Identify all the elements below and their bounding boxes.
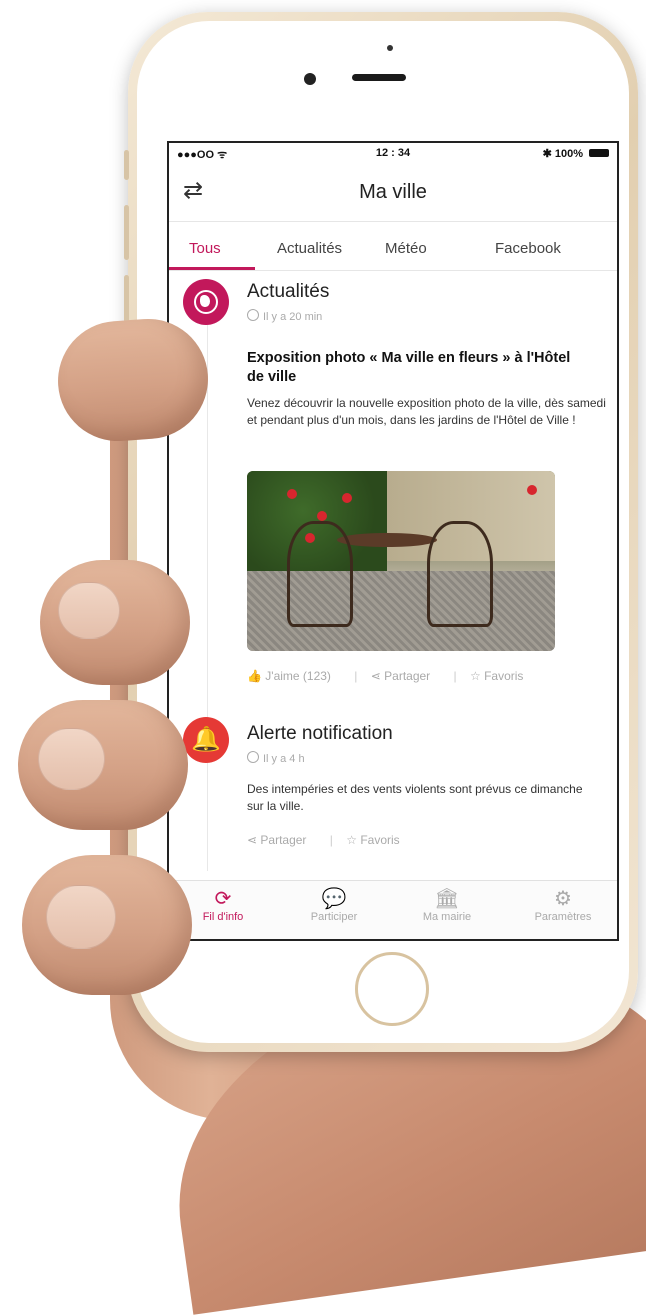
clock-icon <box>247 309 259 321</box>
front-camera <box>304 73 316 85</box>
news-actions: 👍 J'aime (123) | ⋖ Partager | ☆ Favoris <box>247 669 543 683</box>
news-photo[interactable] <box>247 471 555 651</box>
photo-flower <box>527 485 537 495</box>
photo-table <box>337 533 437 547</box>
divider: | <box>354 669 358 683</box>
news-headline[interactable]: Exposition photo « Ma ville en fleurs » … <box>247 349 587 387</box>
earpiece-speaker <box>352 74 406 81</box>
town-hall-icon: 🏛 <box>434 888 460 910</box>
like-label: J'aime (123) <box>265 669 331 683</box>
favorite-button[interactable]: ☆ Favoris <box>470 669 533 683</box>
like-button[interactable]: 👍 J'aime (123) <box>247 669 341 683</box>
alert-category: Alerte notification <box>247 723 393 744</box>
page-title: Ma ville <box>359 181 427 203</box>
favorite-label: Favoris <box>484 669 524 683</box>
share-label: Partager <box>384 669 431 683</box>
mute-switch <box>124 150 129 180</box>
tab-tous[interactable]: Tous <box>189 240 221 257</box>
news-time-text: Il y a 20 min <box>263 311 323 323</box>
alert-bell-badge: 🔔 <box>183 717 229 763</box>
favorite-button[interactable]: ☆ Favoris <box>346 833 409 847</box>
tabbar-label: Ma mairie <box>422 911 472 923</box>
share-button[interactable]: ⋖ Partager <box>371 669 440 683</box>
status-bar: ●●●OO ᯤ 12 : 34 ✱ 100% <box>169 143 617 163</box>
tabbar-label: Fil d'info <box>202 911 244 923</box>
divider: | <box>453 669 457 683</box>
app-screen: ●●●OO ᯤ 12 : 34 ✱ 100% ⇄ Ma ville Tous A… <box>167 141 619 941</box>
alert-timestamp: Il y a 4 h <box>247 751 305 765</box>
favorite-label: Favoris <box>360 833 400 847</box>
photo-flower <box>342 493 352 503</box>
bell-icon: 🔔 <box>191 726 221 753</box>
tab-meteo[interactable]: Météo <box>385 240 427 257</box>
divider: | <box>329 833 333 847</box>
news-category: Actualités <box>247 281 330 302</box>
alert-time-text: Il y a 4 h <box>263 753 305 765</box>
alert-actions: ⋖ Partager | ☆ Favoris <box>247 833 420 847</box>
tabbar-label: Paramètres <box>534 911 592 923</box>
news-feed[interactable]: Actualités Il y a 20 min Exposition phot… <box>169 271 617 881</box>
clock-icon <box>247 751 259 763</box>
tabbar-participer[interactable]: 💬 Participer <box>284 887 384 923</box>
photo-chair <box>427 521 493 627</box>
hand-finger <box>22 855 192 995</box>
home-button[interactable] <box>355 952 429 1026</box>
filter-tabs: Tous Actualités Météo Facebook <box>169 222 617 271</box>
proximity-sensor <box>387 45 393 51</box>
tabbar-parametres[interactable]: ⚙ Paramètres <box>513 887 613 923</box>
battery-percent: ✱ 100% <box>542 148 583 160</box>
photo-flower <box>287 489 297 499</box>
photo-flower <box>317 511 327 521</box>
alert-body: Des intempéries et des vents violents so… <box>247 782 583 813</box>
share-button[interactable]: ⋖ Partager <box>247 833 316 847</box>
tab-actualites[interactable]: Actualités <box>277 240 342 257</box>
photo-chair <box>287 521 353 627</box>
bottom-tab-bar: ⟳ Fil d'info 💬 Participer 🏛 Ma mairie ⚙ … <box>169 880 617 939</box>
gear-icon: ⚙ <box>554 888 572 910</box>
battery-icon <box>589 149 609 157</box>
volume-up-button <box>124 205 129 260</box>
active-tab-indicator <box>169 267 255 270</box>
tabbar-ma-mairie[interactable]: 🏛 Ma mairie <box>397 887 497 923</box>
globe-icon <box>194 290 218 314</box>
fingernail <box>46 885 116 949</box>
timeline-line <box>207 311 208 871</box>
nav-bar: ⇄ Ma ville <box>169 163 617 222</box>
fingernail <box>58 582 120 639</box>
hand-finger <box>40 560 190 685</box>
fingernail <box>38 728 105 790</box>
hand-finger <box>18 700 188 830</box>
tab-facebook[interactable]: Facebook <box>495 240 561 257</box>
tabbar-label: Participer <box>310 911 358 923</box>
news-globe-badge <box>183 279 229 325</box>
share-label: Partager <box>260 833 307 847</box>
news-timestamp: Il y a 20 min <box>247 309 322 323</box>
chat-icon: 💬 <box>321 888 347 910</box>
news-body: Venez découvrir la nouvelle exposition p… <box>247 396 606 427</box>
